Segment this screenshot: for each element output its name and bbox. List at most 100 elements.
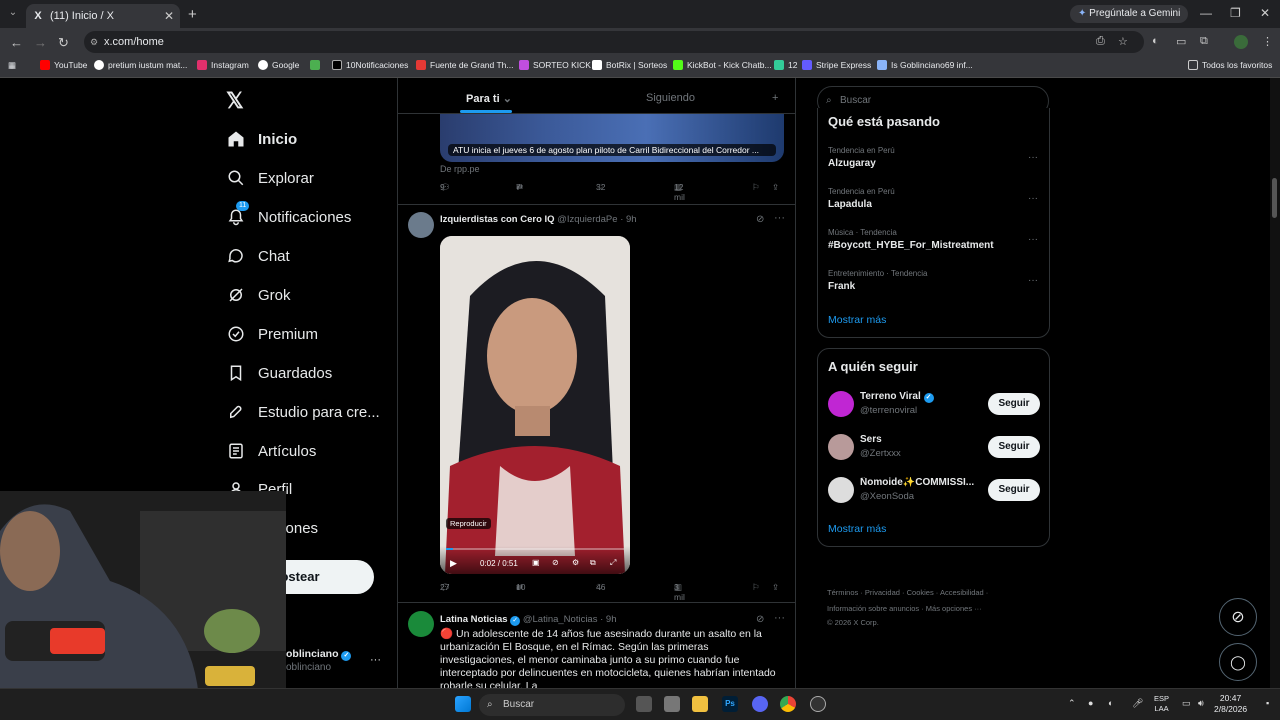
avatar[interactable] bbox=[408, 212, 434, 238]
mute-icon[interactable]: ⊘ bbox=[552, 558, 559, 567]
all-bookmarks[interactable]: Todos los favoritos bbox=[1188, 60, 1272, 70]
views-button[interactable]: ▥ 12 mil bbox=[674, 182, 685, 202]
tab-for-you[interactable]: Para ti ⌄ bbox=[466, 92, 512, 105]
trends-show-more[interactable]: Mostrar más bbox=[828, 314, 886, 326]
microphone-icon[interactable]: 🎤︎ bbox=[1132, 698, 1143, 709]
app-icon[interactable] bbox=[810, 696, 826, 712]
new-tab-icon[interactable]: + bbox=[188, 6, 197, 23]
nav-notifications[interactable]: 11 Notificaciones bbox=[226, 201, 351, 227]
gemini-button[interactable]: ✦ Pregúntale a Gemini bbox=[1070, 5, 1189, 23]
footer-links[interactable]: Términos · Privacidad · Cookies · Accesi… bbox=[827, 588, 988, 597]
avatar[interactable] bbox=[408, 611, 434, 637]
grok-tweet-icon[interactable]: ⊘ bbox=[756, 614, 764, 625]
nav-grok[interactable]: Grok bbox=[226, 285, 291, 305]
browser-tab[interactable]: X (11) Inicio / X ✕ bbox=[26, 4, 180, 28]
pip-icon[interactable]: ⧉ bbox=[590, 558, 596, 568]
close-window-icon[interactable]: ✕ bbox=[1260, 6, 1270, 20]
language-indicator[interactable]: ESP LAA bbox=[1154, 694, 1169, 714]
views-button[interactable]: ▥ 3 mil bbox=[674, 582, 685, 602]
author-name[interactable]: Latina Noticias bbox=[440, 614, 508, 625]
close-tab-icon[interactable]: ✕ bbox=[164, 9, 174, 23]
share-icon[interactable]: ⇪ bbox=[772, 182, 779, 193]
like-button[interactable]: ♡ 32 bbox=[596, 182, 605, 192]
photoshop-icon[interactable]: Ps bbox=[722, 696, 738, 712]
app-icon[interactable] bbox=[664, 696, 680, 712]
bookmark-pinwheel[interactable] bbox=[310, 60, 324, 70]
file-explorer-icon[interactable] bbox=[692, 696, 708, 712]
chrome-icon[interactable] bbox=[780, 696, 796, 712]
captions-icon[interactable]: ▣ bbox=[532, 558, 540, 567]
follow-button[interactable]: Seguir bbox=[988, 393, 1040, 415]
tray-chevron-icon[interactable]: ⌃ bbox=[1068, 698, 1076, 709]
nav-home[interactable]: Inicio bbox=[226, 129, 297, 149]
x-logo-icon[interactable]: 𝕏 bbox=[226, 88, 244, 114]
tab-search-icon[interactable]: ⌄ bbox=[6, 7, 20, 21]
menu-kebab-icon[interactable]: ⋮ bbox=[1262, 35, 1273, 48]
reply-button[interactable]: 💬︎ 27 bbox=[440, 582, 451, 592]
follow-show-more[interactable]: Mostrar más bbox=[828, 523, 886, 535]
trend-item[interactable]: Tendencia en Perú Lapadula ··· bbox=[828, 187, 1038, 210]
bookmark-stripe[interactable]: Stripe Express bbox=[802, 60, 871, 70]
system-clock[interactable]: 20:47 2/8/2026 bbox=[1214, 693, 1247, 715]
site-info-icon[interactable]: ⚙ bbox=[90, 31, 98, 53]
grok-tweet-icon[interactable]: ⊘ bbox=[756, 214, 764, 225]
nav-explore[interactable]: Explorar bbox=[226, 168, 314, 188]
bookmark-star-icon[interactable]: ☆ bbox=[1118, 35, 1128, 48]
fullscreen-icon[interactable]: ⤢ bbox=[610, 558, 616, 568]
maximize-icon[interactable]: ❐ bbox=[1230, 6, 1241, 20]
tray-app-icon[interactable]: ● bbox=[1088, 698, 1093, 708]
start-icon[interactable] bbox=[455, 696, 471, 712]
apps-grid-icon[interactable]: ▦ bbox=[8, 60, 16, 71]
tweet-more-icon[interactable]: ··· bbox=[774, 612, 785, 624]
settings-icon[interactable]: ⚙ bbox=[572, 558, 579, 567]
trend-item[interactable]: Tendencia en Perú Alzugaray ··· bbox=[828, 146, 1038, 169]
author-handle[interactable]: @IzquierdaPe bbox=[557, 214, 617, 225]
bookmark-instagram[interactable]: Instagram bbox=[197, 60, 249, 70]
extension-icon[interactable]: ◐ bbox=[1152, 35, 1159, 47]
trend-more-icon[interactable]: ··· bbox=[1028, 152, 1038, 163]
notifications-icon[interactable]: ▪ bbox=[1266, 698, 1269, 708]
profile-avatar-icon[interactable] bbox=[1234, 35, 1248, 49]
extensions-puzzle-icon[interactable]: ⧉ bbox=[1200, 35, 1208, 48]
forward-icon[interactable]: → bbox=[34, 35, 47, 50]
reply-button[interactable]: 💬︎ 9 bbox=[440, 182, 451, 192]
network-icon[interactable]: ▭ bbox=[1182, 698, 1191, 709]
reload-icon[interactable]: ↻ bbox=[58, 35, 69, 51]
nav-chat[interactable]: Chat bbox=[226, 246, 290, 266]
install-app-icon[interactable]: ⎙ bbox=[1096, 35, 1105, 48]
follow-suggestion[interactable]: Sers @Zertxxx Seguir bbox=[828, 432, 1040, 462]
discord-icon[interactable] bbox=[752, 696, 768, 712]
bookmark-goblinciano[interactable]: Is Goblinciano69 inf... bbox=[877, 60, 973, 70]
bookmark-botrix[interactable]: BotRix | Sorteos bbox=[592, 60, 667, 70]
bookmark-fuente[interactable]: Fuente de Grand Th... bbox=[416, 60, 513, 70]
tab-following[interactable]: Siguiendo bbox=[646, 92, 695, 104]
bookmark-tweet-icon[interactable]: ⚐ bbox=[752, 182, 760, 193]
play-icon[interactable]: ▶ bbox=[450, 558, 457, 569]
account-more-icon[interactable]: ··· bbox=[370, 654, 381, 666]
bookmark-youtube[interactable]: YouTube bbox=[40, 60, 87, 70]
add-tab-icon[interactable]: + bbox=[772, 92, 778, 104]
link-card[interactable]: ATU inicia el jueves 6 de agosto plan pi… bbox=[440, 114, 784, 162]
link-source[interactable]: De rpp.pe bbox=[440, 164, 480, 174]
page-scrollbar[interactable] bbox=[1270, 78, 1280, 688]
follow-button[interactable]: Seguir bbox=[988, 479, 1040, 501]
footer-links[interactable]: Información sobre anuncios · Más opcione… bbox=[827, 604, 982, 613]
share-icon[interactable]: ⇪ bbox=[772, 582, 779, 593]
bookmark-tweet-icon[interactable]: ⚐ bbox=[752, 582, 760, 593]
bookmark-10notificaciones[interactable]: 10Notificaciones bbox=[332, 60, 408, 70]
retweet-button[interactable]: ⇄ 10 bbox=[516, 582, 525, 592]
nav-creator-studio[interactable]: Estudio para cre... bbox=[226, 402, 380, 422]
tweet-time[interactable]: 9h bbox=[606, 614, 617, 625]
scrollbar-thumb[interactable] bbox=[1272, 178, 1277, 218]
video-progress-track[interactable] bbox=[446, 548, 624, 550]
trend-more-icon[interactable]: ··· bbox=[1028, 234, 1038, 245]
taskbar-search[interactable]: ⌕ Buscar bbox=[479, 694, 625, 716]
trend-more-icon[interactable]: ··· bbox=[1028, 193, 1038, 204]
tweet-time[interactable]: 9h bbox=[626, 214, 637, 225]
bookmark-google[interactable]: Google bbox=[258, 60, 299, 70]
chat-fab[interactable]: ◯ bbox=[1219, 643, 1257, 681]
like-button[interactable]: ♡ 46 bbox=[596, 582, 605, 592]
video-player[interactable]: Reproducir ▶ 0:02 / 0:51 ▣ ⊘ ⚙ ⧉ ⤢ bbox=[440, 236, 630, 574]
follow-button[interactable]: Seguir bbox=[988, 436, 1040, 458]
trend-item[interactable]: Música · Tendencia #Boycott_HYBE_For_Mist… bbox=[828, 228, 1038, 251]
